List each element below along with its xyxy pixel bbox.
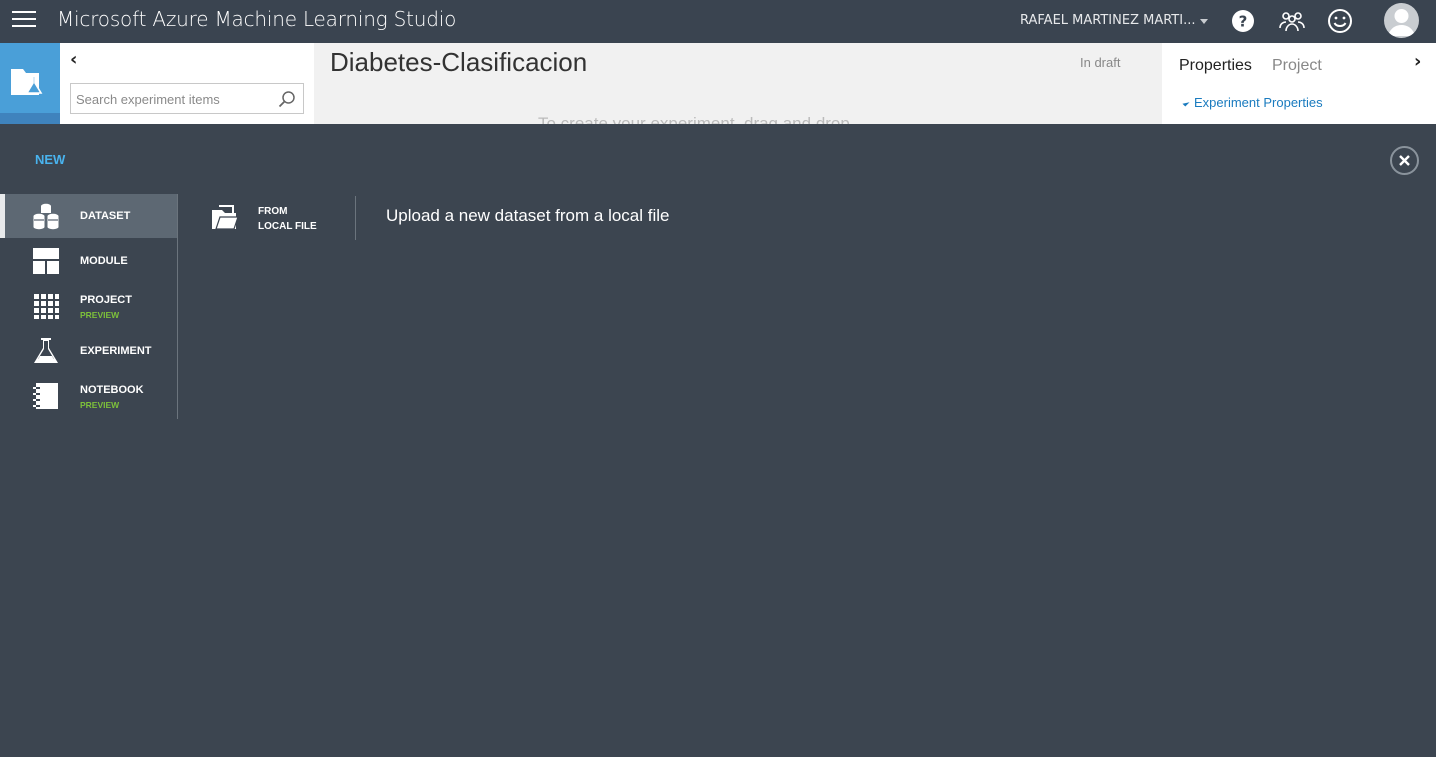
category-dataset[interactable]: DATASET — [0, 194, 177, 238]
user-avatar[interactable] — [1384, 3, 1419, 38]
chevron-right-icon[interactable]: › — [1414, 51, 1421, 72]
app-title: Microsoft Azure Machine Learning Studio — [57, 7, 457, 31]
properties-panel — [1162, 43, 1436, 124]
category-module[interactable]: MODULE — [0, 239, 177, 283]
module-icon — [33, 248, 59, 274]
option-label-line1: FROM — [258, 206, 288, 217]
folder-open-icon — [212, 205, 239, 230]
preview-badge: PREVIEW — [80, 310, 120, 320]
user-name[interactable]: RAFAEL MARTINEZ MARTI... — [1020, 13, 1195, 28]
category-label: EXPERIMENT — [80, 345, 152, 357]
help-icon[interactable]: ? — [1229, 6, 1259, 36]
community-icon[interactable] — [1277, 6, 1307, 36]
option-description: Upload a new dataset from a local file — [386, 206, 670, 225]
search-input[interactable] — [76, 90, 271, 108]
chevron-left-icon[interactable]: ‹ — [70, 49, 77, 70]
experiment-properties-label: Experiment Properties — [1194, 95, 1323, 110]
dataset-icon — [33, 203, 59, 230]
close-icon — [1399, 155, 1410, 166]
rail-experiments-button[interactable] — [0, 43, 60, 113]
experiment-title[interactable]: Diabetes-Clasificacion — [330, 47, 587, 78]
category-label: PROJECT — [80, 294, 132, 306]
close-button[interactable] — [1390, 146, 1419, 175]
menu-icon[interactable] — [12, 11, 36, 31]
feedback-smiley-icon[interactable] — [1325, 6, 1355, 36]
from-local-file-button[interactable]: FROM LOCAL FILE — [208, 196, 356, 240]
tab-project[interactable]: Project — [1272, 57, 1322, 75]
new-panel-heading: NEW — [35, 152, 66, 167]
status-badge: In draft — [1080, 55, 1121, 70]
top-bar: Microsoft Azure Machine Learning Studio … — [0, 0, 1436, 43]
tab-properties[interactable]: Properties — [1179, 57, 1252, 75]
search-icon[interactable] — [277, 89, 297, 109]
category-project[interactable]: PROJECT PREVIEW — [0, 284, 177, 328]
option-label-line2: LOCAL FILE — [258, 221, 317, 232]
chevron-down-icon[interactable] — [1200, 19, 1208, 24]
experiments-folder-icon — [11, 69, 43, 95]
rail-next-button[interactable] — [0, 113, 60, 124]
experiment-properties-toggle[interactable]: Experiment Properties — [1182, 95, 1323, 110]
category-experiment[interactable]: EXPERIMENT — [0, 329, 177, 373]
project-icon — [34, 294, 59, 319]
category-notebook[interactable]: NOTEBOOK PREVIEW — [0, 374, 177, 418]
category-label: MODULE — [80, 255, 128, 267]
category-list: DATASET MODULE PROJECT PREVIEW EXPERIMEN… — [0, 194, 178, 419]
preview-badge: PREVIEW — [80, 400, 120, 410]
category-label: DATASET — [80, 210, 131, 222]
search-box — [70, 83, 304, 114]
expand-triangle-icon — [1182, 99, 1190, 107]
new-panel: NEW DATASET MODULE PROJECT PREVIEW EXPER… — [0, 124, 1436, 757]
category-label: NOTEBOOK — [80, 384, 144, 396]
experiment-flask-icon — [34, 338, 58, 363]
svg-text:?: ? — [1239, 13, 1248, 31]
notebook-icon — [33, 383, 58, 409]
